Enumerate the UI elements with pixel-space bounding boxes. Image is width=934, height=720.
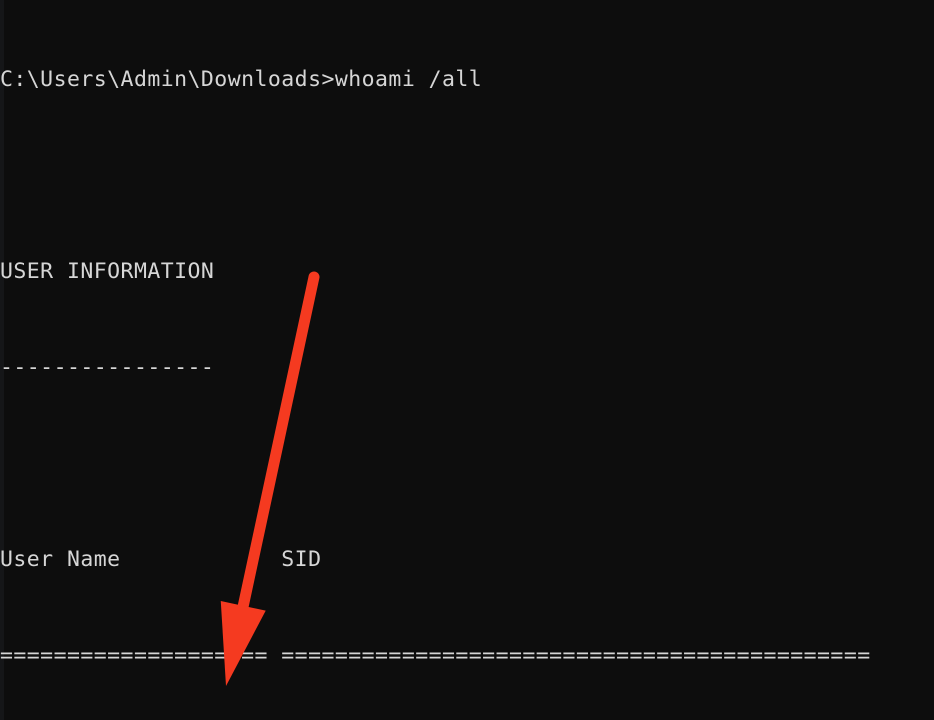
prompt-line: C:\Users\Admin\Downloads>whoami /all [0,67,483,92]
user-information-heading: USER INFORMATION [0,259,215,284]
console-output[interactable]: C:\Users\Admin\Downloads>whoami /all USE… [0,0,934,720]
user-table-rule: ==================== ===================… [0,643,871,668]
user-table-header: User Name SID [0,547,322,572]
user-information-underline: ---------------- [0,355,215,380]
command-prompt-window[interactable]: C:\Users\Admin\Downloads>whoami /all USE… [0,0,934,720]
